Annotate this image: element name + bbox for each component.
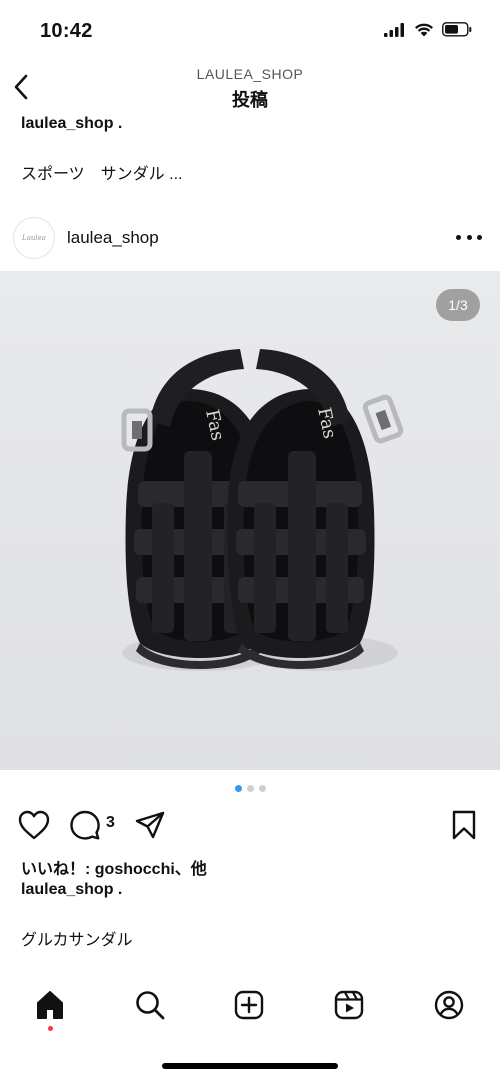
save-button[interactable]	[450, 809, 478, 841]
post-image[interactable]: Fas Fas 1/3	[0, 271, 500, 770]
heart-icon	[18, 810, 50, 840]
tab-home[interactable]	[30, 985, 70, 1025]
post-header: Laulea laulea_shop	[0, 212, 500, 262]
more-dot-icon	[477, 234, 482, 240]
search-icon	[136, 991, 165, 1020]
carousel-dot-active	[234, 785, 242, 792]
page-title: 投稿	[232, 90, 268, 110]
tab-profile[interactable]	[429, 985, 469, 1025]
page-counter: 1/3	[436, 289, 480, 321]
likes-line[interactable]: いいね！: goshocchi、他	[21, 855, 207, 879]
comment-count: 3	[106, 814, 115, 831]
notification-dot	[48, 1026, 53, 1031]
header-subtitle: LAULEA_SHOP	[196, 66, 304, 82]
share-button[interactable]	[134, 809, 166, 841]
status-bar: 10:42	[0, 0, 500, 62]
previous-post-username[interactable]: laulea_shop .	[21, 115, 122, 133]
post-username[interactable]: laulea_shop	[67, 228, 159, 248]
sandals-photo: Fas Fas	[0, 271, 500, 770]
caption-username[interactable]: laulea_shop .	[21, 881, 122, 899]
share-icon	[135, 811, 165, 839]
action-row: 3	[0, 806, 500, 846]
comment-button[interactable]	[69, 809, 101, 841]
carousel-indicator	[0, 785, 500, 792]
tab-reels[interactable]	[329, 985, 369, 1025]
avatar-logo-text: Laulea	[22, 234, 46, 242]
signal-icon	[384, 22, 404, 37]
home-indicator[interactable]	[162, 1063, 338, 1069]
create-icon	[234, 990, 264, 1020]
like-button[interactable]	[17, 809, 51, 841]
tab-search[interactable]	[130, 985, 170, 1025]
tab-bar	[0, 985, 500, 1031]
carousel-dot	[258, 785, 266, 792]
avatar[interactable]: Laulea	[13, 217, 55, 259]
bookmark-icon	[452, 810, 476, 840]
comment-icon	[70, 810, 100, 840]
profile-icon	[434, 990, 464, 1020]
carousel-dot	[246, 785, 254, 792]
tab-create[interactable]	[229, 985, 269, 1025]
status-time: 10:42	[40, 20, 93, 42]
caption-text: グルカサンダル	[21, 932, 133, 949]
nav-header: LAULEA_SHOP 投稿	[0, 62, 500, 112]
home-icon	[37, 991, 63, 1019]
battery-icon	[442, 22, 472, 37]
more-dot-icon	[456, 234, 461, 240]
reels-icon	[334, 990, 364, 1020]
status-icons	[384, 22, 472, 37]
more-dot-icon	[466, 234, 472, 240]
more-options-button[interactable]	[456, 230, 482, 244]
previous-post-caption[interactable]: スポーツ サンダル ...	[21, 160, 182, 184]
wifi-icon	[415, 23, 433, 36]
